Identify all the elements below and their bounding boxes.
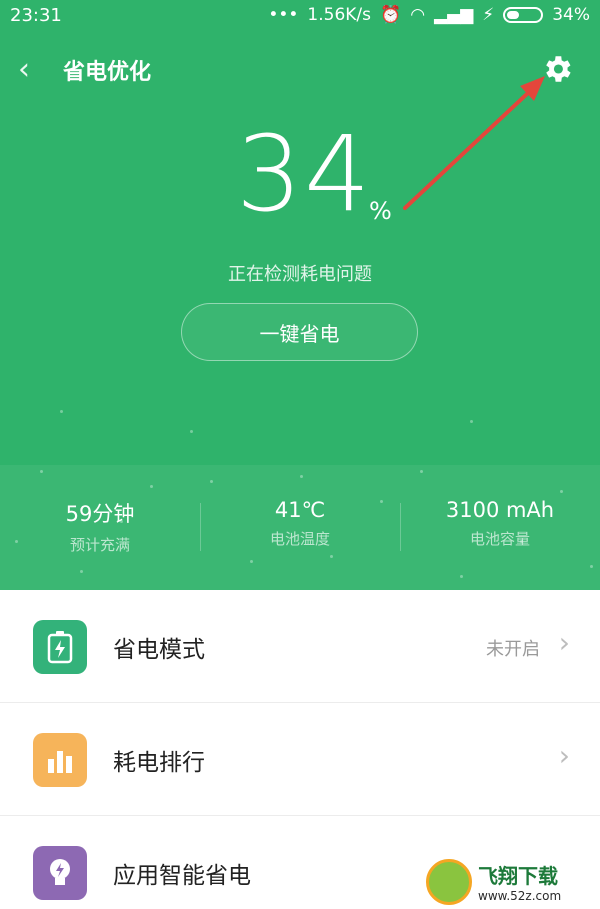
list-item-label: 省电模式 (113, 637, 205, 663)
battery-stats: 59分钟 预计充满 41℃ 电池温度 3100 mAh 电池容量 (0, 498, 600, 555)
stat-label: 电池容量 (469, 530, 530, 548)
gear-icon[interactable] (540, 52, 574, 86)
status-time: 23:31 (10, 4, 62, 26)
one-key-save-button[interactable]: 一键省电 (181, 303, 418, 361)
charging-icon: ⚡ (482, 5, 495, 25)
stat-label: 预计充满 (69, 536, 130, 554)
stat-temperature: 41℃ 电池温度 (200, 498, 400, 555)
stat-charge-time: 59分钟 预计充满 (0, 498, 200, 555)
lightbulb-icon (33, 846, 87, 900)
status-bar: 23:31 ••• 1.56K/s ⏰ ◠ ▂▄▆ ⚡ 34% (0, 0, 600, 30)
stat-capacity: 3100 mAh 电池容量 (400, 498, 600, 555)
site-watermark: 飞翔下载 www.52z.com (426, 854, 600, 909)
wifi-icon: ◠ (410, 5, 426, 25)
stat-value: 3100 mAh (445, 498, 555, 522)
stat-label: 电池温度 (269, 530, 330, 548)
title-bar: ‹ 省电优化 (0, 42, 600, 94)
percent-unit: % (369, 197, 392, 225)
detect-status-text: 正在检测耗电问题 (228, 264, 372, 285)
battery-percent-large: 34 (236, 113, 373, 235)
battery-icon (503, 7, 544, 23)
watermark-url: www.52z.com (478, 889, 562, 903)
watermark-logo (426, 858, 472, 905)
list-item-power-ranking[interactable]: 耗电排行 › (0, 703, 600, 816)
bar-chart-icon (33, 733, 87, 787)
alarm-icon: ⏰ (380, 5, 402, 25)
list-item-status: 未开启 (486, 639, 540, 660)
battery-icon (33, 620, 87, 674)
list-item-label: 应用智能省电 (113, 863, 251, 889)
battery-percent: 34% (552, 5, 590, 25)
list-item-label: 耗电排行 (113, 750, 205, 776)
list-item-power-saving-mode[interactable]: 省电模式 未开启 › (0, 590, 600, 703)
dots-icon: ••• (268, 5, 299, 25)
page-title: 省电优化 (63, 60, 152, 85)
stat-value: 41℃ (274, 498, 326, 522)
watermark-name: 飞翔下载 (478, 864, 558, 888)
chevron-right-icon: › (558, 739, 570, 772)
chevron-left-icon[interactable]: ‹ (18, 52, 30, 87)
signal-icon: ▂▄▆ (434, 5, 474, 25)
chevron-right-icon: › (558, 626, 570, 659)
network-speed: 1.56K/s (307, 5, 372, 25)
stat-value: 59分钟 (65, 502, 135, 526)
